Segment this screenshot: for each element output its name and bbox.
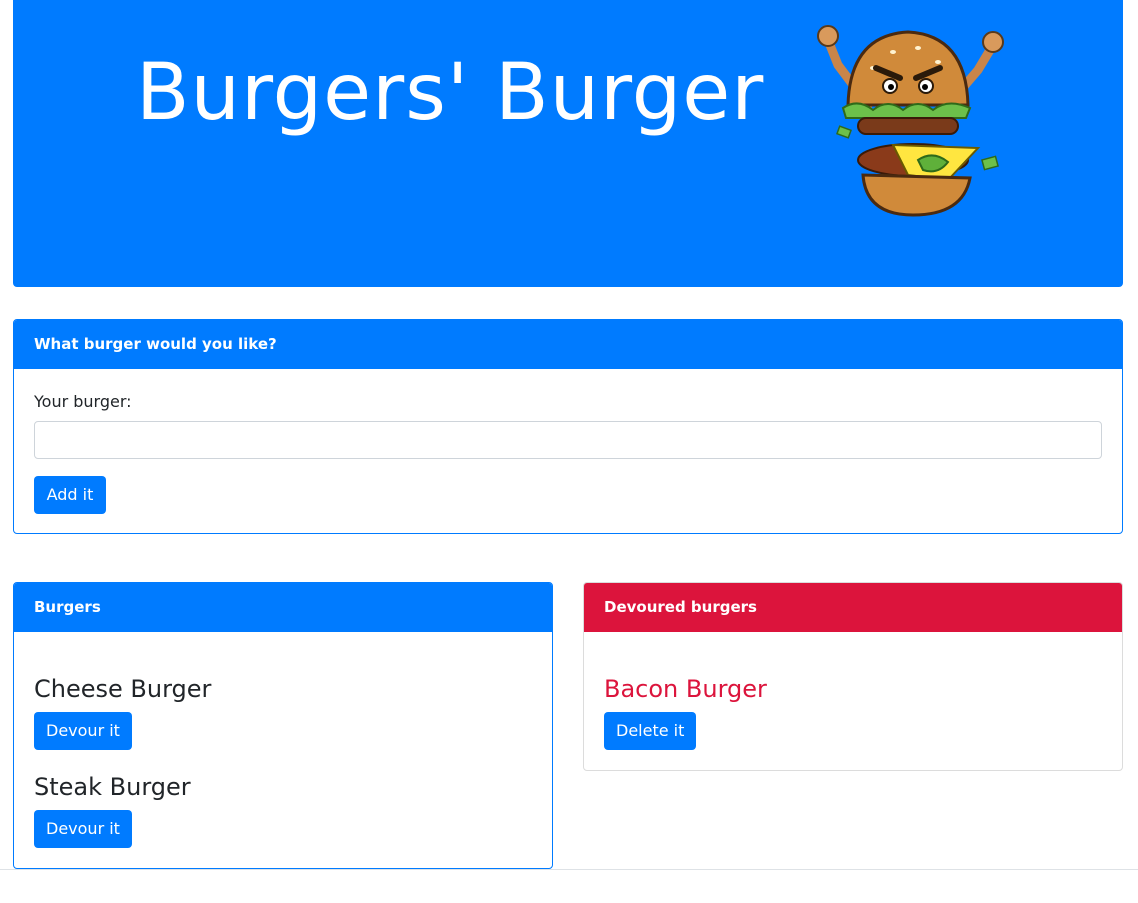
burger-input-label: Your burger: (34, 392, 132, 411)
site-title: Burgers' Burger (136, 48, 765, 138)
burger-item-name: Cheese Burger (34, 675, 212, 703)
footer-divider (0, 869, 1138, 870)
devoured-burgers-card: Devoured burgers Bacon Burger Delete it (583, 582, 1123, 771)
delete-button[interactable]: Delete it (604, 712, 697, 750)
devoured-heading: Devoured burgers (584, 583, 1122, 632)
devour-button[interactable]: Devour it (34, 810, 132, 848)
header-banner: Burgers' Burger (13, 0, 1123, 287)
burger-mascot-icon (817, 25, 1004, 217)
burger-name-input[interactable] (34, 421, 1102, 459)
burger-item-name: Steak Burger (34, 773, 191, 801)
devoured-item-name: Bacon Burger (604, 675, 767, 703)
order-form-heading: What burger would you like? (14, 320, 1122, 369)
devour-button[interactable]: Devour it (34, 712, 132, 750)
order-form-card: What burger would you like? Your burger:… (13, 319, 1123, 534)
burgers-heading: Burgers (14, 583, 552, 632)
burgers-card: Burgers Cheese Burger Devour it Steak Bu… (13, 582, 553, 869)
add-burger-button[interactable]: Add it (34, 476, 106, 514)
